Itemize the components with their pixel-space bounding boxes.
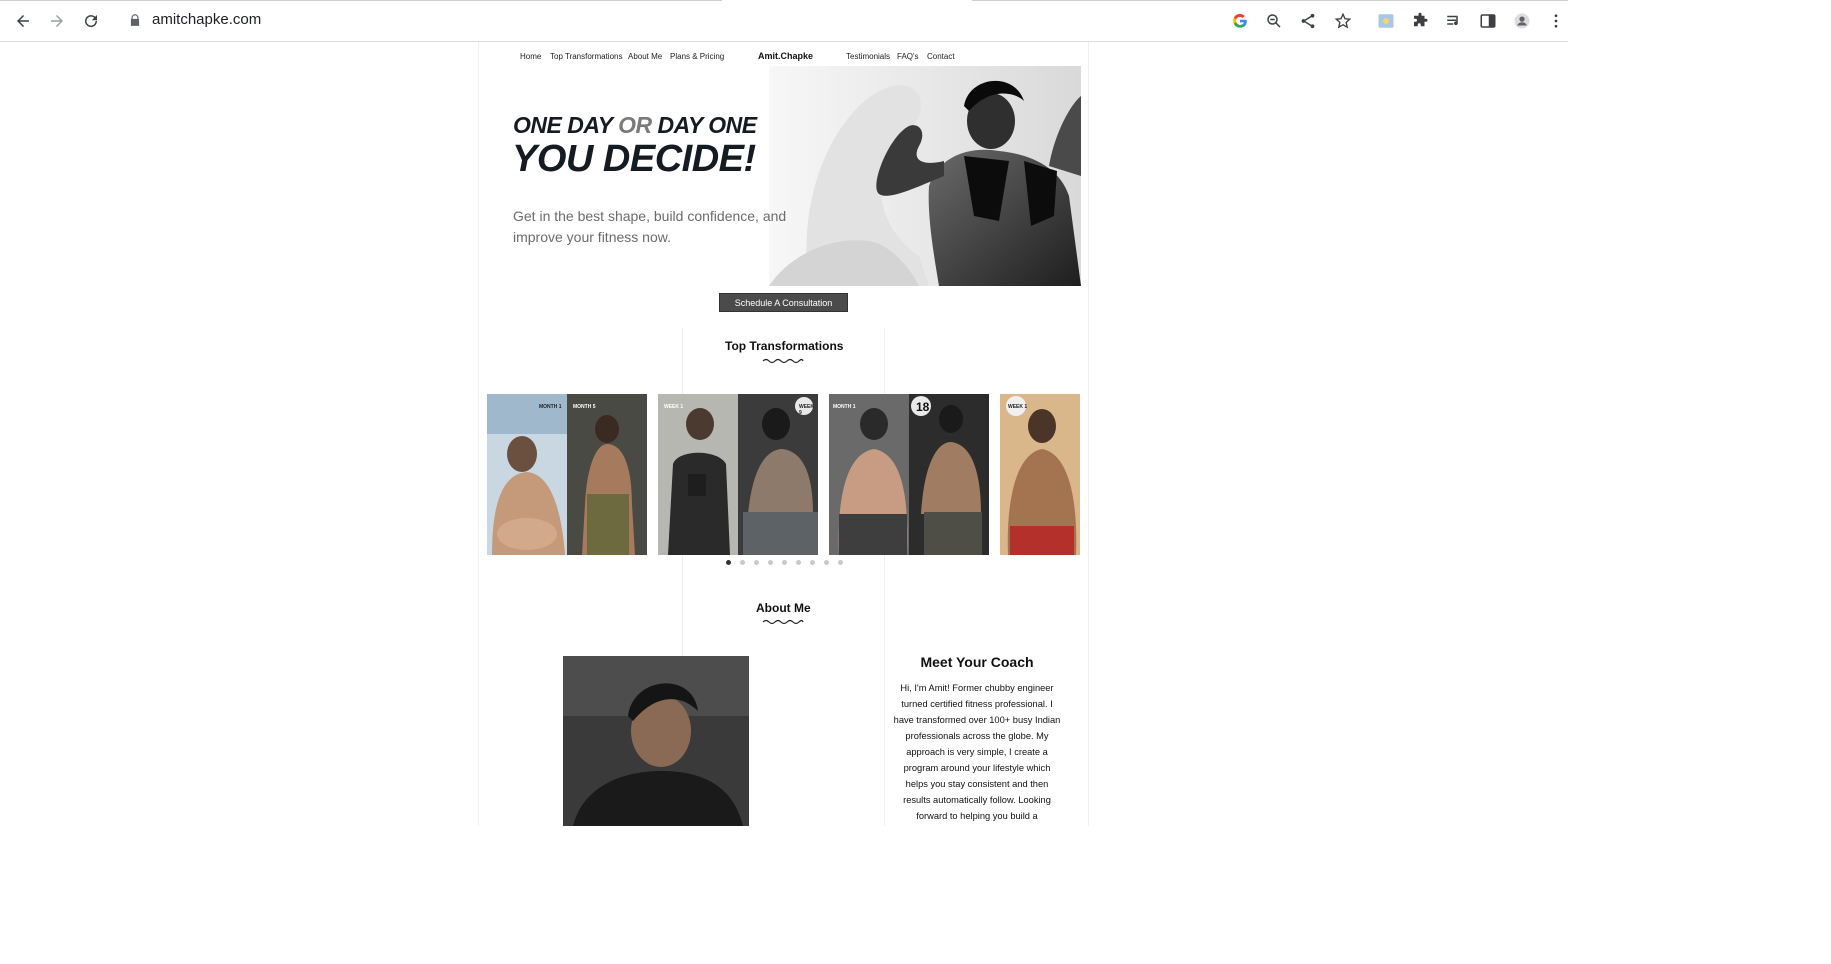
transformation-card[interactable]: WEEK 1 WEEK 9 [658,394,818,555]
hero-headline-line1: ONE DAY OR DAY ONE [513,112,757,139]
transformation-card[interactable]: MONTH 1 18 [829,394,989,555]
page-content: Home Top Transformations About Me Plans … [478,42,1089,826]
nav-plans-pricing[interactable]: Plans & Pricing [670,52,724,61]
site-logo[interactable]: Amit.Chapke [758,51,813,61]
google-icon[interactable] [1229,10,1251,32]
transformation-card[interactable]: MONTH 1 MONTH 5 [487,394,647,555]
share-icon[interactable] [1297,10,1319,32]
after-badge: MONTH 5 [573,404,596,410]
hero-headline-part-a: ONE DAY [513,112,613,138]
carousel-dot[interactable] [796,560,801,565]
menu-kebab-icon[interactable] [1545,10,1567,32]
zoom-icon[interactable] [1263,10,1285,32]
nav-faqs[interactable]: FAQ's [897,52,919,61]
carousel-dot[interactable] [726,560,731,565]
back-icon[interactable] [12,10,34,32]
nav-testimonials[interactable]: Testimonials [846,52,890,61]
lock-icon[interactable] [128,13,142,27]
hero-headline-line2: YOU DECIDE! [512,138,756,180]
hero-image [769,66,1081,286]
coach-heading: Meet Your Coach [920,654,1034,670]
profile-avatar-icon[interactable] [1511,10,1533,32]
squiggle-divider-icon [762,619,804,625]
carousel-dot[interactable] [768,560,773,565]
star-icon[interactable] [1332,10,1354,32]
transformation-card[interactable]: WEEK 1 [1000,394,1080,555]
hero-headline-part-b: DAY ONE [657,112,757,138]
nav-home[interactable]: Home [520,52,541,61]
carousel-dot[interactable] [838,560,843,565]
hero-subtitle: Get in the best shape, build confidence,… [513,208,787,245]
before-badge: MONTH 1 [833,404,856,410]
reload-icon[interactable] [80,10,102,32]
carousel-dot[interactable] [810,560,815,565]
carousel-dot[interactable] [754,560,759,565]
before-badge: WEEK 1 [1008,404,1028,410]
coach-bio: Hi, I'm Amit! Former chubby engineer tur… [893,683,1061,821]
before-badge: WEEK 1 [664,404,684,410]
nav-top-transformations[interactable]: Top Transformations [550,52,622,61]
browser-toolbar: amitchapke.com [0,0,1568,42]
extension-weather-icon[interactable] [1375,10,1397,32]
address-bar[interactable]: amitchapke.com [152,11,261,28]
section-title-transformations: Top Transformations [725,339,844,353]
side-panel-icon[interactable] [1477,10,1499,32]
schedule-consultation-button[interactable]: Schedule A Consultation [719,293,848,312]
before-badge: MONTH 1 [539,404,562,410]
carousel-pagination [726,560,843,565]
coach-photo [563,656,749,826]
extensions-puzzle-icon[interactable] [1409,10,1431,32]
forward-icon[interactable] [46,10,68,32]
hero-headline-or: OR [618,112,652,138]
active-tab-edge [722,0,972,1]
carousel-dot[interactable] [740,560,745,565]
after-badge: 18 [916,400,930,414]
carousel-dot[interactable] [782,560,787,565]
carousel-dot[interactable] [824,560,829,565]
squiggle-divider-icon [762,358,804,364]
after-badge: WEEK 9 [799,404,814,416]
media-queue-icon[interactable] [1443,10,1465,32]
section-title-about: About Me [756,601,811,615]
nav-about-me[interactable]: About Me [628,52,662,61]
nav-contact[interactable]: Contact [927,52,955,61]
